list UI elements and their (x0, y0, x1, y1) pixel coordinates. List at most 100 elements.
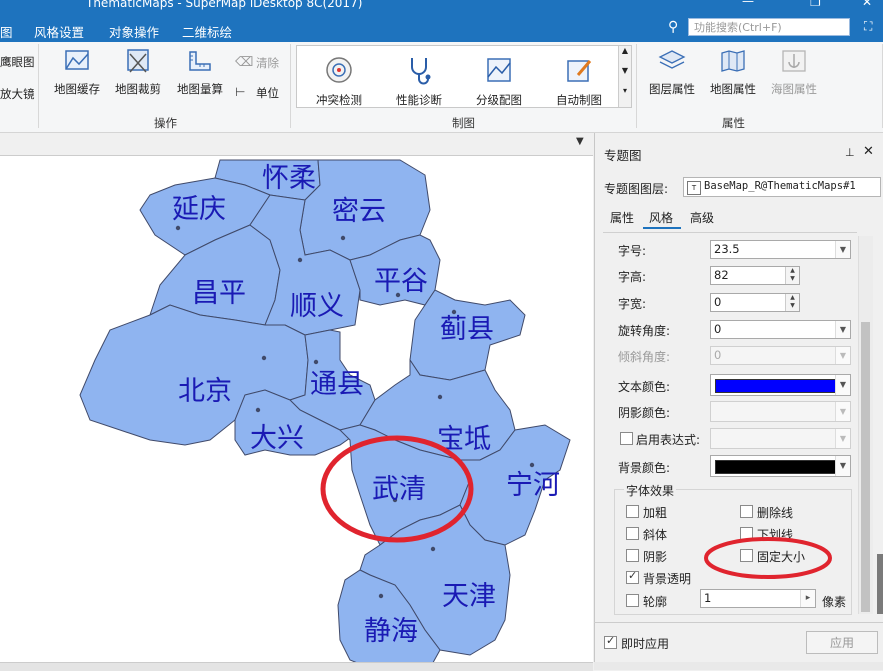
bg-transparent-checkbox[interactable] (626, 569, 639, 584)
title-bar: ThematicMaps - SuperMap iDesktop 8C(2017… (0, 0, 883, 14)
instant-apply-label: 即时应用 (621, 637, 670, 651)
map-label-ninghe: 宁河 (506, 470, 560, 501)
map-canvas[interactable]: 怀柔 延庆 密云 平谷 昌平 顺义 蓟县 北京 通县 大兴 宝坻 武清 宁河 天… (0, 156, 593, 670)
chevron-down-icon[interactable]: ▼ (835, 241, 850, 258)
map-tab-dropdown-icon[interactable]: ▼ (576, 136, 584, 147)
rotation-select[interactable]: 0 ▼ (710, 320, 851, 339)
minimize-icon[interactable]: — (742, 0, 754, 8)
restore-icon[interactable]: ❐ (810, 0, 821, 9)
auto-mapping-button[interactable]: 自动制图 (539, 46, 619, 108)
map-measure-button[interactable]: 地图量算 (172, 48, 228, 97)
shadow-label: 阴影 (643, 550, 668, 564)
menu-item-style[interactable]: 风格设置 (34, 22, 84, 41)
rotation-label: 旋转角度: (618, 324, 671, 338)
operate-group-label: 操作 (154, 116, 177, 130)
map-label-daxing: 大兴 (250, 423, 304, 454)
fullscreen-icon[interactable]: ⛶ (864, 19, 872, 34)
unit-button[interactable]: 单位 (256, 85, 279, 101)
magnifier-button[interactable]: 放大镜 (0, 86, 35, 102)
ruler-icon (189, 51, 211, 71)
active-tab-indicator (643, 227, 681, 229)
apply-button[interactable]: 应用 (806, 631, 878, 654)
map-label-huairou: 怀柔 (262, 163, 316, 194)
auto-mapping-label: 自动制图 (556, 93, 602, 107)
map-clip-button[interactable]: 地图裁剪 (110, 48, 166, 97)
chevron-down-icon[interactable]: ▼ (835, 375, 850, 395)
menu-item-object[interactable]: 对象操作 (109, 22, 159, 41)
menu-item-map[interactable]: 图 (0, 22, 13, 41)
map-cache-icon (65, 50, 89, 70)
map-label-beijing: 北京 (178, 376, 232, 407)
close-icon[interactable]: ✕ (863, 144, 874, 159)
panel-scrollbar[interactable] (858, 236, 873, 614)
font-size-value: 23.5 (714, 242, 740, 256)
close-window-icon[interactable]: ✕ (862, 0, 872, 9)
pin-icon[interactable]: ⊥ (845, 146, 855, 159)
shadow-color-picker[interactable]: ▼ (710, 401, 851, 422)
stethoscope-icon (411, 58, 431, 85)
chart-properties-label: 海图属性 (771, 82, 817, 96)
expression-select[interactable]: ▼ (710, 428, 851, 449)
map-label-shunyi: 顺义 (290, 291, 344, 322)
red-highlight-circle-panel (704, 537, 832, 579)
spin-buttons[interactable]: ▲ ▼ (785, 267, 799, 284)
outline-width-value: 1 (704, 591, 712, 605)
bg-color-picker[interactable]: ▼ (710, 455, 851, 477)
map-label-yanqing: 延庆 (172, 194, 226, 225)
map-properties-button[interactable]: 地图属性 (706, 48, 760, 97)
gallery-expand[interactable]: ▾ (618, 86, 631, 107)
layer-select[interactable]: T BaseMap_R@ThematicMaps#1 (683, 177, 881, 197)
italic-angle-select[interactable]: 0 ▼ (710, 346, 851, 365)
text-color-picker[interactable]: ▼ (710, 374, 851, 396)
spin-buttons[interactable]: ▲ ▼ (785, 294, 799, 311)
map-label-pinggu: 平谷 (374, 266, 428, 297)
bold-checkbox[interactable] (626, 505, 639, 518)
shadow-checkbox[interactable] (626, 549, 639, 562)
search-icon[interactable]: ⚲ (668, 19, 678, 35)
eagle-eye-button[interactable]: 鹰眼图 (0, 54, 35, 70)
draw-group-label: 制图 (452, 116, 475, 130)
tab-advanced[interactable]: 高级 (690, 209, 714, 226)
map-cache-button[interactable]: 地图缓存 (50, 48, 104, 97)
search-input[interactable]: 功能搜索(Ctrl+F) (688, 18, 850, 36)
font-width-stepper[interactable]: 0 ▲ ▼ (710, 293, 800, 312)
map-label-tianjin: 天津 (442, 581, 496, 612)
map-view[interactable]: 怀柔 延庆 密云 平谷 昌平 顺义 蓟县 北京 通县 大兴 宝坻 武清 宁河 天… (0, 156, 593, 670)
chevron-down-icon[interactable]: ▼ (835, 456, 850, 476)
chevron-right-icon[interactable]: ▸ (800, 590, 815, 607)
chart-properties-button[interactable]: 海图属性 (767, 48, 821, 97)
menu-item-plot[interactable]: 二维标绘 (182, 22, 232, 41)
layer-label: 专题图图层: (604, 182, 669, 196)
conflict-check-label: 冲突检测 (316, 93, 362, 107)
italic-angle-value: 0 (714, 348, 722, 362)
italic-checkbox[interactable] (626, 527, 639, 540)
tab-style[interactable]: 风格 (649, 209, 673, 226)
font-height-stepper[interactable]: 82 ▲ ▼ (710, 266, 800, 285)
gallery-scroll-up[interactable]: ▲ (618, 46, 631, 66)
performance-diagnosis-button[interactable]: 性能诊断 (379, 46, 459, 108)
panel-bottom-tabs (594, 662, 883, 670)
performance-diagnosis-label: 性能诊断 (396, 93, 442, 107)
conflict-check-button[interactable]: 冲突检测 (299, 46, 379, 108)
clear-button[interactable]: 清除 (256, 55, 279, 71)
chevron-down-icon[interactable]: ▼ (835, 429, 850, 448)
font-size-select[interactable]: 23.5 ▼ (710, 240, 851, 259)
instant-apply-checkbox[interactable] (604, 634, 617, 649)
auto-mapping-icon (567, 60, 592, 82)
expression-checkbox[interactable] (620, 432, 633, 445)
tab-properties[interactable]: 属性 (610, 209, 634, 226)
layer-properties-button[interactable]: 图层属性 (645, 48, 699, 97)
chevron-down-icon[interactable]: ▼ (835, 321, 850, 338)
gallery-scroll-down[interactable]: ▼ (618, 66, 631, 86)
font-width-value: 0 (714, 295, 722, 309)
map-label-miyun: 密云 (332, 196, 386, 227)
chevron-down-icon[interactable]: ▼ (835, 347, 850, 364)
outline-checkbox[interactable] (626, 594, 639, 607)
outline-width-input[interactable]: 1 ▸ (700, 589, 816, 608)
scrollbar-thumb[interactable] (861, 322, 870, 612)
strikeout-checkbox[interactable] (740, 505, 753, 518)
graded-mapping-button[interactable]: 分级配图 (459, 46, 539, 108)
bg-color-label: 背景颜色: (618, 461, 671, 475)
chevron-down-icon[interactable]: ▼ (835, 402, 850, 421)
outer-scroll-thumb[interactable] (877, 554, 883, 614)
